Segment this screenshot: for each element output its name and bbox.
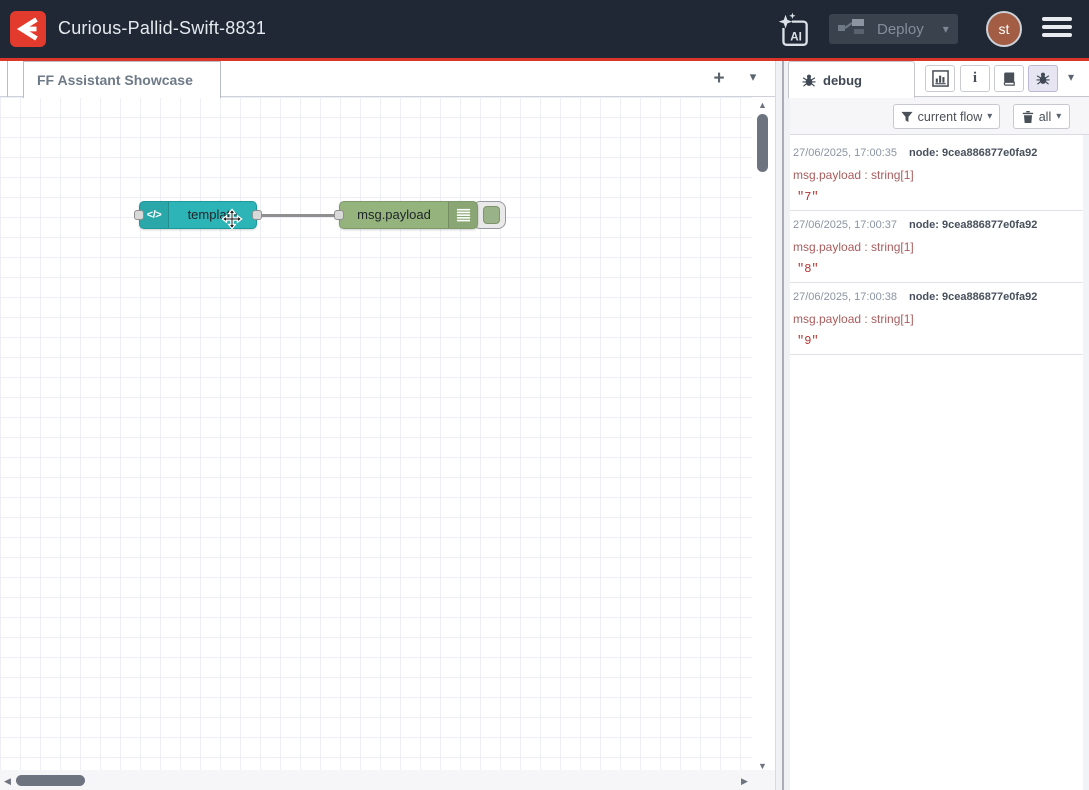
flow-tab-label: FF Assistant Showcase	[37, 72, 193, 88]
message-property[interactable]: msg.payload : string[1]	[793, 313, 1081, 326]
scroll-left-arrow[interactable]: ◀	[4, 776, 11, 786]
sidebar-resize-handle[interactable]	[775, 61, 790, 790]
debug-clear-button[interactable]: all ▾	[1013, 104, 1070, 129]
canvas-vscroll-track[interactable]	[752, 97, 775, 790]
deploy-options-caret-icon[interactable]: ▾	[943, 22, 949, 36]
debug-message[interactable]: 27/06/2025, 17:00:38 node: 9cea886877e0fa…	[790, 283, 1089, 355]
sidebar-tabbar: debug i	[790, 61, 1089, 97]
vertical-scrollbar-thumb[interactable]	[757, 114, 768, 172]
info-icon: i	[973, 70, 977, 87]
user-avatar[interactable]: st	[986, 11, 1022, 47]
ai-label: AI	[790, 31, 802, 44]
deploy-button[interactable]: Deploy ▾	[829, 14, 958, 44]
message-value[interactable]: "9"	[793, 335, 1081, 348]
main-menu-button[interactable]	[1042, 17, 1072, 41]
wire-template-to-debug[interactable]	[256, 214, 344, 217]
debug-message-list: 27/06/2025, 17:00:35 node: 9cea886877e0fa…	[790, 139, 1089, 355]
sidebar-scroll-track[interactable]	[1083, 61, 1089, 790]
tab-scroll-spacer	[0, 61, 8, 97]
trash-icon	[1022, 110, 1034, 124]
message-timestamp: 27/06/2025, 17:00:37	[793, 219, 897, 231]
debug-filter-button[interactable]: current flow ▾	[893, 104, 1000, 129]
add-flow-button[interactable]: +	[706, 66, 732, 92]
message-meta: 27/06/2025, 17:00:38 node: 9cea886877e0fa…	[793, 291, 1081, 304]
bug-icon	[1036, 71, 1050, 86]
filter-label: current flow	[918, 110, 983, 124]
tab-dashboard[interactable]	[925, 65, 955, 92]
sidebar-menu-caret-icon[interactable]: ▾	[1062, 70, 1080, 84]
scroll-up-arrow[interactable]: ▲	[758, 100, 767, 110]
menu-bar	[1042, 25, 1072, 29]
sidebar: debug i	[790, 61, 1089, 790]
template-node-icon: </>	[140, 202, 169, 228]
app-title: Curious-Pallid-Swift-8831	[58, 18, 266, 39]
message-timestamp: 27/06/2025, 17:00:35	[793, 147, 897, 159]
canvas-hscroll-track[interactable]	[0, 770, 775, 790]
message-property[interactable]: msg.payload : string[1]	[793, 241, 1081, 254]
message-meta: 27/06/2025, 17:00:35 node: 9cea886877e0fa…	[793, 147, 1081, 160]
template-output-port[interactable]	[252, 210, 262, 220]
debug-toolbar: current flow ▾ all ▾	[790, 97, 1089, 135]
filter-caret-icon: ▾	[987, 111, 992, 122]
tab-info[interactable]: i	[960, 65, 990, 92]
debug-toggle-indicator	[483, 206, 500, 224]
flow-canvas[interactable]: </> template msg.payload ▲ ▼ ◀ ▶	[0, 97, 775, 790]
debug-input-port[interactable]	[334, 210, 344, 220]
move-cursor-icon	[221, 208, 243, 235]
scroll-down-arrow[interactable]: ▼	[758, 761, 767, 771]
workspace-tabbar: FF Assistant Showcase + ▾	[0, 61, 775, 97]
message-value[interactable]: "7"	[793, 191, 1081, 204]
debug-tab-label: debug	[823, 73, 862, 88]
flow-list-caret-icon[interactable]: ▾	[742, 69, 764, 85]
message-node-id: node: 9cea886877e0fa92	[909, 147, 1037, 159]
message-node-id: node: 9cea886877e0fa92	[909, 219, 1037, 231]
debug-message[interactable]: 27/06/2025, 17:00:37 node: 9cea886877e0fa…	[790, 211, 1089, 283]
horizontal-scrollbar-thumb[interactable]	[16, 775, 85, 786]
menu-bar	[1042, 17, 1072, 21]
ai-assistant-button[interactable]: AI	[776, 10, 812, 48]
resize-handle-line	[782, 61, 784, 790]
header-bar: Curious-Pallid-Swift-8831 AI Deploy ▾ st	[0, 0, 1089, 58]
deploy-icon	[838, 17, 864, 42]
bug-icon	[802, 73, 816, 88]
message-timestamp: 27/06/2025, 17:00:38	[793, 291, 897, 303]
clear-label: all	[1039, 110, 1052, 124]
filter-icon	[901, 111, 913, 123]
deploy-label: Deploy	[877, 21, 924, 38]
tab-debug[interactable]: debug	[788, 61, 915, 98]
tab-debug-icon-button[interactable]	[1028, 65, 1058, 92]
template-input-port[interactable]	[134, 210, 144, 220]
clear-caret-icon: ▾	[1056, 111, 1061, 122]
node-debug[interactable]: msg.payload	[339, 201, 478, 229]
flow-tab[interactable]: FF Assistant Showcase	[23, 61, 221, 98]
message-value[interactable]: "8"	[793, 263, 1081, 276]
debug-message[interactable]: 27/06/2025, 17:00:35 node: 9cea886877e0fa…	[790, 139, 1089, 211]
lines-icon	[456, 208, 471, 222]
app-logo-icon[interactable]	[10, 11, 46, 47]
debug-node-icon	[448, 202, 477, 228]
book-icon	[1002, 71, 1017, 87]
tab-help[interactable]	[994, 65, 1024, 92]
code-icon: </>	[147, 209, 161, 221]
message-property[interactable]: msg.payload : string[1]	[793, 169, 1081, 182]
debug-node-label: msg.payload	[340, 202, 448, 228]
message-meta: 27/06/2025, 17:00:37 node: 9cea886877e0fa…	[793, 219, 1081, 232]
chart-icon	[932, 70, 949, 87]
scroll-right-arrow[interactable]: ▶	[741, 776, 748, 786]
message-node-id: node: 9cea886877e0fa92	[909, 291, 1037, 303]
menu-bar	[1042, 33, 1072, 37]
